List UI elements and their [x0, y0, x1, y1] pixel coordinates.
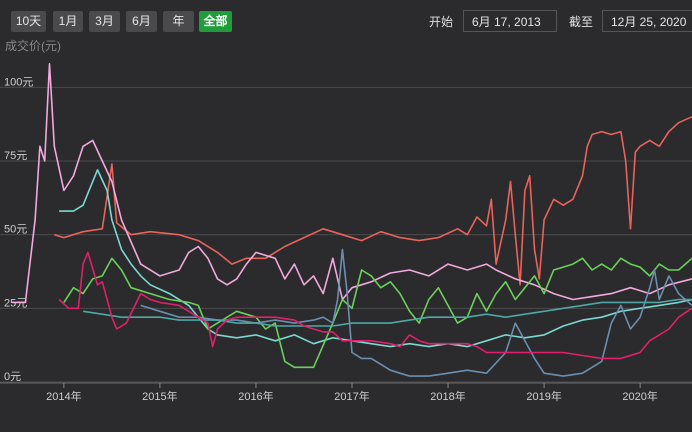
series-line-0	[54, 116, 692, 286]
series-line-5	[82, 298, 692, 327]
x-tick-label: 2019年	[526, 389, 561, 403]
x-tick-label: 2018年	[430, 389, 465, 403]
y-tick-label: 0元	[4, 371, 21, 383]
y-tick-label: 25元	[4, 297, 27, 309]
y-tick-label: 100元	[4, 76, 33, 88]
x-tick-label: 2015年	[142, 389, 177, 403]
price-chart: 0元 25元 50元 75元 100元 2014年 2015年 2016年 2017年 2018年…	[0, 63, 692, 403]
x-tick-label: 2020年	[622, 389, 657, 403]
y-tick-label: 50元	[4, 224, 27, 236]
y-tick-label: 75元	[4, 150, 27, 162]
x-tick-label: 2017年	[334, 389, 369, 403]
x-tick-label: 2016年	[238, 389, 273, 403]
series-line-2	[59, 169, 692, 348]
series-line-6	[58, 251, 692, 360]
x-tick-label: 2014年	[46, 389, 81, 403]
